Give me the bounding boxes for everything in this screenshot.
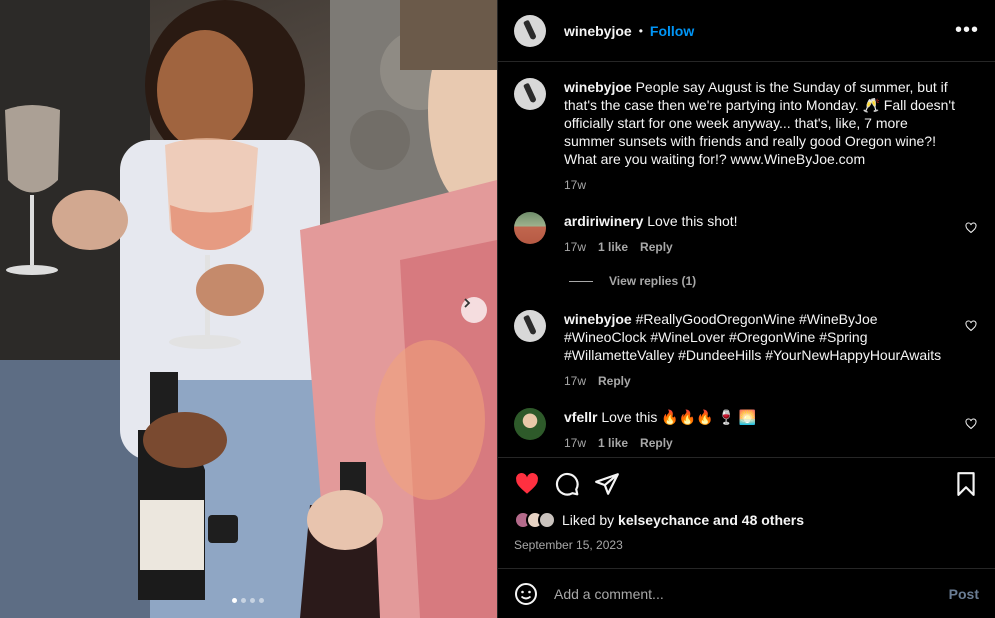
carousel-next-button[interactable] — [461, 297, 487, 323]
comment-item: ardiriwinery Love this shot! 17w 1 like … — [514, 212, 979, 256]
heart-icon[interactable] — [965, 222, 977, 234]
comment-age[interactable]: 17w — [564, 434, 586, 452]
comment-age[interactable]: 17w — [564, 238, 586, 256]
avatar[interactable] — [514, 408, 546, 440]
heart-icon[interactable] — [514, 471, 540, 497]
share-icon[interactable] — [594, 471, 620, 497]
caption-username[interactable]: winebyjoe — [564, 79, 632, 95]
carousel-dot — [241, 598, 246, 603]
comment-username[interactable]: winebyjoe — [564, 311, 632, 327]
reply-button[interactable]: Reply — [640, 238, 673, 256]
caption-age[interactable]: 17w — [564, 176, 586, 194]
comment-age[interactable]: 17w — [564, 372, 586, 390]
avatar[interactable] — [514, 212, 546, 244]
avatar[interactable] — [514, 78, 546, 110]
heart-icon[interactable] — [965, 418, 977, 430]
comment-input[interactable] — [554, 585, 949, 602]
follow-button[interactable]: Follow — [650, 23, 694, 39]
post-header: winebyjoe • Follow ••• — [498, 0, 995, 62]
view-replies-button[interactable]: View replies (1) — [569, 274, 979, 288]
post-comment-button[interactable]: Post — [949, 586, 979, 602]
reply-button[interactable]: Reply — [640, 434, 673, 452]
view-replies-label: View replies (1) — [609, 274, 697, 288]
carousel-dots — [232, 598, 264, 603]
comment-likes[interactable]: 1 like — [598, 434, 628, 452]
comment-icon[interactable] — [554, 471, 580, 497]
likes-prefix: Liked by — [562, 512, 615, 528]
post-date[interactable]: September 15, 2023 — [514, 538, 623, 552]
avatar[interactable] — [514, 310, 546, 342]
avatar[interactable] — [514, 14, 546, 47]
caption: winebyjoe People say August is the Sunda… — [514, 78, 979, 194]
heart-icon[interactable] — [965, 320, 977, 332]
likes-user[interactable]: kelseychance — [618, 512, 709, 528]
comment-username[interactable]: ardiriwinery — [564, 213, 643, 229]
comment-item: vfellr Love this 🔥🔥🔥 🍷 🌅 17w 1 like Repl… — [514, 408, 979, 452]
reply-button[interactable]: Reply — [598, 372, 631, 390]
more-icon[interactable]: ••• — [955, 19, 979, 42]
photo-illustration — [0, 0, 497, 618]
comment-text: Love this shot! — [647, 213, 738, 229]
add-comment-bar: Post — [498, 568, 995, 618]
header-separator: • — [638, 23, 643, 38]
comment-likes[interactable]: 1 like — [598, 238, 628, 256]
emoji-icon[interactable] — [514, 582, 538, 606]
replies-line — [569, 280, 593, 282]
comments-list[interactable]: winebyjoe People say August is the Sunda… — [498, 62, 995, 457]
comment-username[interactable]: vfellr — [564, 409, 597, 425]
carousel-dot — [250, 598, 255, 603]
comment-item: winebyjoe #ReallyGoodOregonWine #WineByJ… — [514, 310, 979, 390]
likes-text: Liked by kelseychance and 48 others — [562, 512, 804, 528]
comment-text: Love this 🔥🔥🔥 🍷 🌅 — [601, 409, 757, 425]
author-username[interactable]: winebyjoe — [564, 23, 632, 39]
avatar — [538, 511, 556, 529]
likes-others[interactable]: 48 others — [742, 512, 804, 528]
carousel-dot — [232, 598, 237, 603]
carousel-dot — [259, 598, 264, 603]
post-actions — [498, 457, 995, 509]
bookmark-icon[interactable] — [953, 471, 979, 497]
likes-and: and — [713, 512, 738, 528]
post-photo[interactable] — [0, 0, 497, 618]
chevron-right-icon — [464, 298, 471, 308]
post-details-panel: winebyjoe • Follow ••• winebyjoe People … — [497, 0, 995, 618]
likes-summary: Liked by kelseychance and 48 others — [514, 511, 804, 529]
